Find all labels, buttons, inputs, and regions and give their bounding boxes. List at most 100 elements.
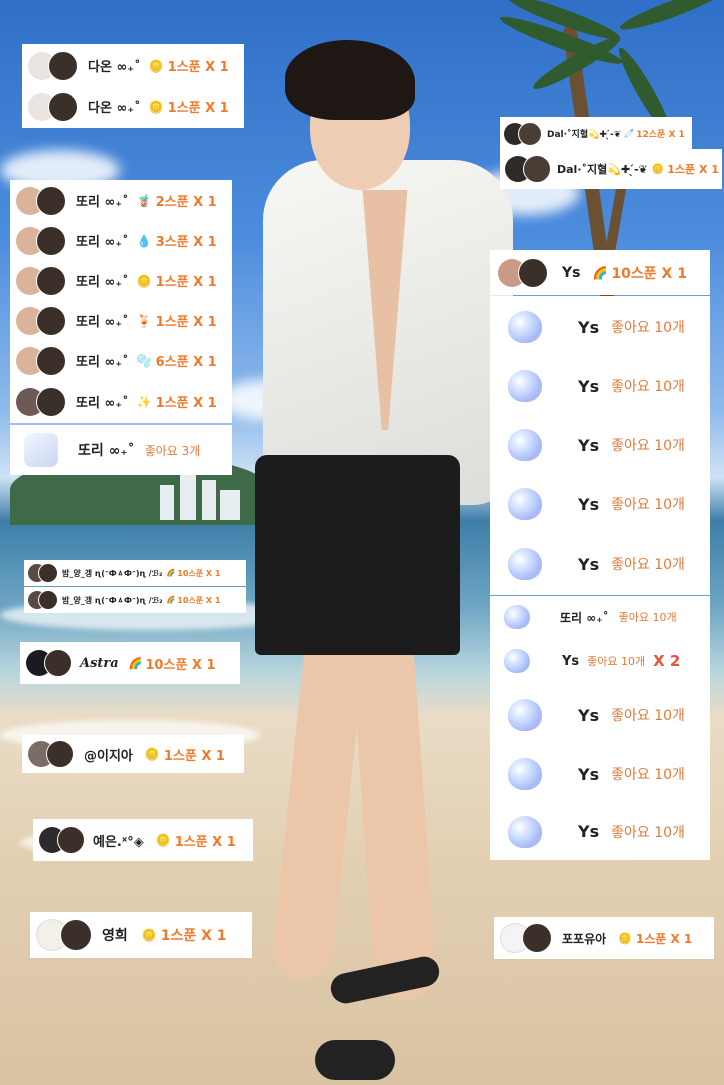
gift-chip: Dal·˚지혈💫✚ ̖́-❦ 🧷 12스푼 X 1	[500, 117, 692, 150]
rainbow-icon: 🌈	[166, 596, 176, 604]
coin-icon: 🪙	[651, 163, 665, 175]
gift-amount: 2스푼 X 1	[155, 195, 217, 210]
user-name: @이지아	[84, 748, 133, 764]
heart-icon	[508, 758, 542, 790]
like-chip: Ys 좋아요 10개	[490, 685, 710, 745]
user-name: Dal·˚지혈💫✚ ̖́-❦	[547, 130, 622, 140]
user-name: Ys	[578, 822, 600, 841]
sparkle-icon: ✨	[136, 394, 152, 409]
user-name: Ys	[578, 435, 600, 455]
like-count: 좋아요 10개	[611, 708, 685, 724]
user-name: Astra	[80, 655, 119, 671]
avatar	[518, 121, 542, 146]
user-name: 또리 ∞₊˚	[76, 235, 129, 250]
building	[202, 480, 216, 520]
user-name: 포포유아	[562, 931, 607, 946]
avatar	[36, 225, 66, 256]
coin-icon: 🪙	[148, 99, 164, 114]
rainbow-icon: 🌈	[166, 569, 176, 577]
user-name: 예은.ˣ°◈	[93, 834, 144, 850]
user-name: Ys	[578, 317, 600, 337]
avatar	[36, 386, 66, 417]
avatar	[38, 563, 58, 583]
heart-icon	[508, 370, 542, 402]
like-count: 좋아요 3개	[144, 443, 201, 458]
gift-chip: 또리 ∞₊˚ 💧 3스푼 X 1	[10, 220, 232, 261]
coin-icon: 🪙	[144, 747, 160, 761]
avatar	[36, 185, 66, 216]
gift-amount: 1스푼 X 1	[174, 834, 236, 850]
gift-amount: 1스푼 X 1	[155, 396, 217, 411]
heart-icon	[504, 605, 530, 629]
gift-amount: 3스푼 X 1	[155, 235, 217, 250]
gift-amount: 1스푼 X 1	[155, 315, 217, 330]
avatar	[522, 923, 552, 953]
like-chip: Ys 좋아요 10개	[490, 415, 710, 475]
like-chip: Ys 좋아요 10개 X 2	[490, 637, 710, 685]
avatar	[46, 740, 74, 768]
user-name: Ys	[578, 494, 600, 514]
heart-icon	[508, 699, 542, 731]
user-name: Ys	[578, 376, 600, 396]
user-name: 또리 ∞₊˚	[78, 443, 135, 459]
gift-amount: 10스푼 X 1	[611, 265, 687, 282]
gift-amount: 10스푼 X 1	[177, 568, 221, 578]
like-count: 좋아요 10개	[611, 438, 685, 454]
gift-chip: Astra 🌈 10스푼 X 1	[20, 642, 240, 684]
avatar	[36, 345, 66, 376]
gift-chip: 밤_양_갱 ɳ(ᵔФㅿФᵔ)ɳ /ℬ₂ 🌈 10스푼 X 1	[24, 587, 246, 613]
gift-amount: 6스푼 X 1	[155, 355, 217, 370]
heart-icon	[508, 429, 542, 461]
gift-amount: 1스푼 X 1	[667, 163, 719, 176]
like-count: 좋아요 10개	[611, 320, 685, 336]
building	[220, 490, 240, 520]
gift-chip: 다온 ∞₊˚ 🪙 1스푼 X 1	[22, 85, 244, 128]
gift-chip: 또리 ∞₊˚ 🫧 6스푼 X 1	[10, 340, 232, 381]
like-count: 좋아요 10개	[618, 611, 677, 624]
gift-chip: 또리 ∞₊˚ 🧋 2스푼 X 1	[10, 180, 232, 221]
heart-icon	[508, 488, 542, 520]
like-chip: 또리 ∞₊˚ 좋아요 10개	[490, 596, 710, 638]
avatar	[60, 919, 92, 951]
gift-chip: 또리 ∞₊˚ 🪙 1스푼 X 1	[10, 260, 232, 301]
avatar	[48, 50, 78, 81]
gift-amount: 12스푼 X 1	[636, 130, 685, 140]
coin-icon: 🪙	[618, 931, 632, 945]
hair	[285, 40, 415, 120]
gift-chip: 또리 ∞₊˚ 🍹 1스푼 X 1	[10, 300, 232, 341]
gift-chip: 또리 ∞₊˚ ✨ 1스푼 X 1	[10, 380, 232, 423]
like-chip: Ys 좋아요 10개	[490, 474, 710, 534]
user-name: 또리 ∞₊˚	[560, 610, 609, 625]
gift-amount: 10스푼 X 1	[145, 657, 216, 673]
avatar	[523, 155, 551, 183]
gift-chip: 밤_양_갱 ɳ(ᵔФㅿФᵔ)ɳ /ℬ₂ 🌈 10스푼 X 1	[24, 560, 246, 586]
like-chip: Ys 좋아요 10개	[490, 356, 710, 416]
user-name: 또리 ∞₊˚	[76, 355, 129, 370]
gift-chip: 영희 🪙 1스푼 X 1	[30, 912, 252, 958]
multiplier-badge: X 2	[653, 652, 681, 670]
droplet-icon: 💧	[136, 233, 152, 248]
like-count: 좋아요 10개	[611, 379, 685, 395]
rainbow-icon: 🌈	[592, 265, 608, 280]
like-chip: Ys 좋아요 10개	[490, 533, 710, 595]
user-name: 밤_양_갱 ɳ(ᵔФㅿФᵔ)ɳ /ℬ₂	[62, 595, 163, 605]
heart-icon	[508, 311, 542, 343]
gift-amount: 10스푼 X 1	[177, 595, 221, 605]
heart-icon	[504, 649, 530, 673]
gift-chip: 다온 ∞₊˚ 🪙 1스푼 X 1	[22, 44, 244, 87]
gift-amount: 1스푼 X 1	[635, 931, 693, 946]
palm-leaf	[617, 0, 724, 36]
gift-amount: 1스푼 X 1	[155, 275, 217, 290]
avatar	[36, 305, 66, 336]
user-name: Dal·˚지혈💫✚ ̖́-❦	[557, 163, 648, 176]
like-count: 좋아요 10개	[587, 655, 646, 668]
like-chip: 또리 ∞₊˚ 좋아요 3개	[10, 425, 232, 475]
black-shorts	[255, 455, 460, 655]
building	[180, 475, 196, 520]
avatar	[57, 826, 85, 854]
user-name: 또리 ∞₊˚	[76, 275, 129, 290]
user-name: 영희	[102, 928, 128, 944]
like-count: 좋아요 10개	[611, 557, 685, 573]
bubbles-icon: 🫧	[136, 353, 152, 368]
rainbow-icon: 🌈	[128, 656, 143, 670]
